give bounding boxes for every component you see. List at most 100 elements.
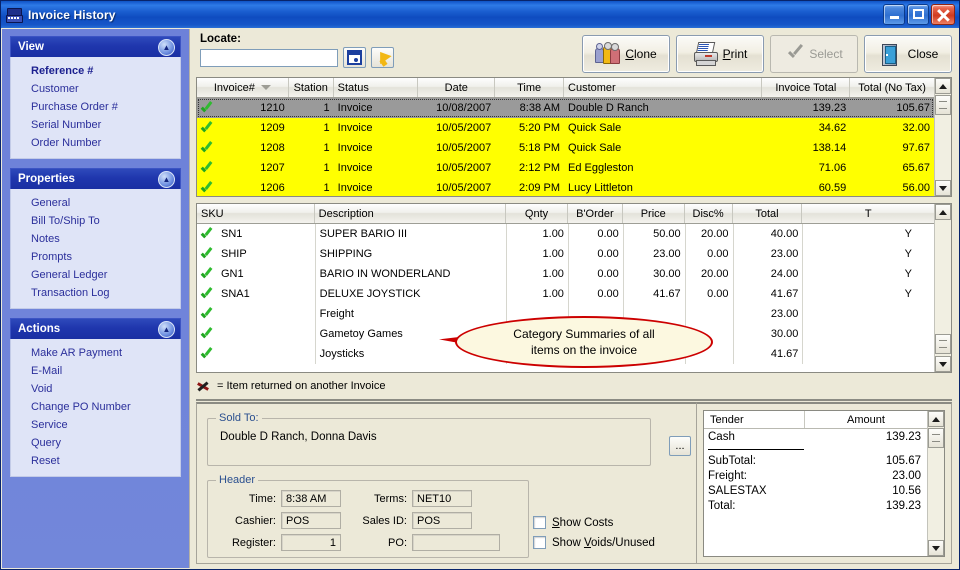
cashier-label: Cashier: <box>235 514 276 527</box>
column-header-tender[interactable]: Tender <box>704 411 805 428</box>
panel-header-view[interactable]: View ▲ <box>10 36 181 57</box>
column-header-status[interactable]: Status <box>334 78 419 97</box>
print-button[interactable]: Print <box>676 35 764 73</box>
sidebar-item-void[interactable]: Void <box>11 380 180 398</box>
scroll-down-button[interactable] <box>935 356 951 372</box>
callout-line-1: Category Summaries of all <box>513 327 655 341</box>
column-header-qnty[interactable]: Qnty <box>506 204 568 223</box>
table-row[interactable]: 1206 1 Invoice 10/05/2007 2:09 PM Lucy L… <box>197 178 934 196</box>
table-row[interactable]: 1207 1 Invoice 10/05/2007 2:12 PM Ed Egg… <box>197 158 934 178</box>
clone-button[interactable]: Clone <box>582 35 670 73</box>
locate-input[interactable] <box>200 48 338 67</box>
chevron-up-icon[interactable]: ▲ <box>158 171 175 188</box>
sidebar-item-reset[interactable]: Reset <box>11 452 180 470</box>
green-check-icon <box>201 183 213 194</box>
scrollbar-thumb[interactable] <box>935 334 951 354</box>
header-group: Header Time: 8:38 AM Terms: NET10 Cashie… <box>207 474 529 558</box>
sidebar-item-transaction-log[interactable]: Transaction Log <box>11 284 180 302</box>
panel-header-actions[interactable]: Actions ▲ <box>10 318 181 339</box>
sidebar-item-make-ar-payment[interactable]: Make AR Payment <box>11 344 180 362</box>
register-field[interactable]: 1 <box>281 534 341 551</box>
chevron-up-icon[interactable]: ▲ <box>158 321 175 338</box>
list-item[interactable]: SN1 SUPER BARIO III 1.00 0.00 50.00 20.0… <box>197 224 934 244</box>
show-costs-checkbox[interactable] <box>533 516 546 529</box>
sidebar-panel-properties: Properties ▲ General Bill To/Ship To Not… <box>10 168 181 309</box>
table-row[interactable]: 1208 1 Invoice 10/05/2007 5:18 PM Quick … <box>197 138 934 158</box>
panel-header-properties[interactable]: Properties ▲ <box>10 168 181 189</box>
list-item[interactable]: GN1 BARIO IN WONDERLAND 1.00 0.00 30.00 … <box>197 264 934 284</box>
column-header-time[interactable]: Time <box>495 78 565 97</box>
column-header-border[interactable]: B'Order <box>568 204 623 223</box>
terms-label: Terms: <box>374 492 407 505</box>
scrollbar-thumb[interactable] <box>928 428 944 448</box>
table-row[interactable]: 1210 1 Invoice 10/08/2007 8:38 AM Double… <box>197 98 934 118</box>
column-header-amount[interactable]: Amount <box>805 411 927 428</box>
scroll-down-button[interactable] <box>928 540 944 556</box>
po-field[interactable] <box>412 534 500 551</box>
sold-to-browse-button[interactable]: ... <box>669 436 691 456</box>
time-field[interactable]: 8:38 AM <box>281 490 341 507</box>
table-row[interactable]: Cash 139.23 <box>704 429 927 444</box>
terms-field[interactable]: NET10 <box>412 490 472 507</box>
scrollbar-thumb[interactable] <box>935 95 951 115</box>
column-header-price[interactable]: Price <box>623 204 685 223</box>
sold-to-label: Sold To: <box>216 412 262 424</box>
show-voids-checkbox[interactable] <box>533 536 546 549</box>
sidebar-item-change-po-number[interactable]: Change PO Number <box>11 398 180 416</box>
sidebar-item-notes[interactable]: Notes <box>11 230 180 248</box>
show-costs-row[interactable]: Show Costs <box>533 516 613 529</box>
green-check-icon <box>201 349 213 360</box>
sidebar-item-customer[interactable]: Customer <box>11 80 180 98</box>
people-icon <box>595 42 621 66</box>
scroll-up-button[interactable] <box>935 204 951 220</box>
invoice-grid-scrollbar[interactable] <box>934 78 951 196</box>
sidebar-item-bill-to-ship-to[interactable]: Bill To/Ship To <box>11 212 180 230</box>
sidebar-item-query[interactable]: Query <box>11 434 180 452</box>
table-row[interactable]: 1209 1 Invoice 10/05/2007 5:20 PM Quick … <box>197 118 934 138</box>
tender-box[interactable]: Tender Amount Cash 139.23 SubTotal: 105.… <box>703 410 945 557</box>
list-item[interactable]: SNA1 DELUXE JOYSTICK 1.00 0.00 41.67 0.0… <box>197 284 934 304</box>
column-header-station[interactable]: Station <box>289 78 334 97</box>
sales-id-field[interactable]: POS <box>412 512 472 529</box>
yellow-arrow-icon[interactable] <box>371 47 394 68</box>
column-header-sku[interactable]: SKU <box>197 204 315 223</box>
sidebar-item-purchase-order[interactable]: Purchase Order # <box>11 98 180 116</box>
column-header-disc[interactable]: Disc% <box>685 204 733 223</box>
column-header-total-no-tax[interactable]: Total (No Tax) <box>850 78 934 97</box>
cashier-field[interactable]: POS <box>281 512 341 529</box>
column-header-t[interactable]: T <box>802 204 934 223</box>
sidebar-item-general-ledger[interactable]: General Ledger <box>11 266 180 284</box>
chevron-up-icon[interactable]: ▲ <box>158 39 175 56</box>
sidebar-item-service[interactable]: Service <box>11 416 180 434</box>
sidebar-item-reference[interactable]: Reference # <box>11 62 180 80</box>
sidebar-item-general[interactable]: General <box>11 194 180 212</box>
subtotal-amount: 105.67 <box>885 454 921 467</box>
select-button[interactable]: Select <box>770 35 858 73</box>
maximize-button[interactable] <box>907 4 929 25</box>
column-header-customer[interactable]: Customer <box>564 78 763 97</box>
detail-grid-scrollbar[interactable] <box>934 204 951 372</box>
divider <box>708 449 804 450</box>
tender-scrollbar[interactable] <box>927 411 944 556</box>
column-header-invoice-number[interactable]: Invoice# <box>197 78 289 97</box>
close-window-button[interactable] <box>931 4 955 25</box>
sidebar-item-order-number[interactable]: Order Number <box>11 134 180 152</box>
show-voids-row[interactable]: Show Voids/Unused <box>533 536 655 549</box>
scroll-down-button[interactable] <box>935 180 951 196</box>
total-label: Total: <box>708 499 736 512</box>
column-header-invoice-total[interactable]: Invoice Total <box>762 78 851 97</box>
column-header-total[interactable]: Total <box>733 204 803 223</box>
calendar-icon[interactable] <box>343 47 366 68</box>
scroll-up-button[interactable] <box>928 411 944 427</box>
list-item[interactable]: SHIP SHIPPING 1.00 0.00 23.00 0.00 23.00… <box>197 244 934 264</box>
invoice-grid[interactable]: Invoice# Station Status Date Time Custom… <box>196 77 952 197</box>
minimize-button[interactable] <box>883 4 905 25</box>
column-header-date[interactable]: Date <box>418 78 496 97</box>
close-button[interactable]: Close <box>864 35 952 73</box>
sidebar-item-serial-number[interactable]: Serial Number <box>11 116 180 134</box>
sidebar-item-prompts[interactable]: Prompts <box>11 248 180 266</box>
invoice-header-panel: Sold To: Double D Ranch, Donna Davis ...… <box>196 402 704 564</box>
column-header-description[interactable]: Description <box>315 204 507 223</box>
sidebar-item-email[interactable]: E-Mail <box>11 362 180 380</box>
scroll-up-button[interactable] <box>935 78 951 94</box>
